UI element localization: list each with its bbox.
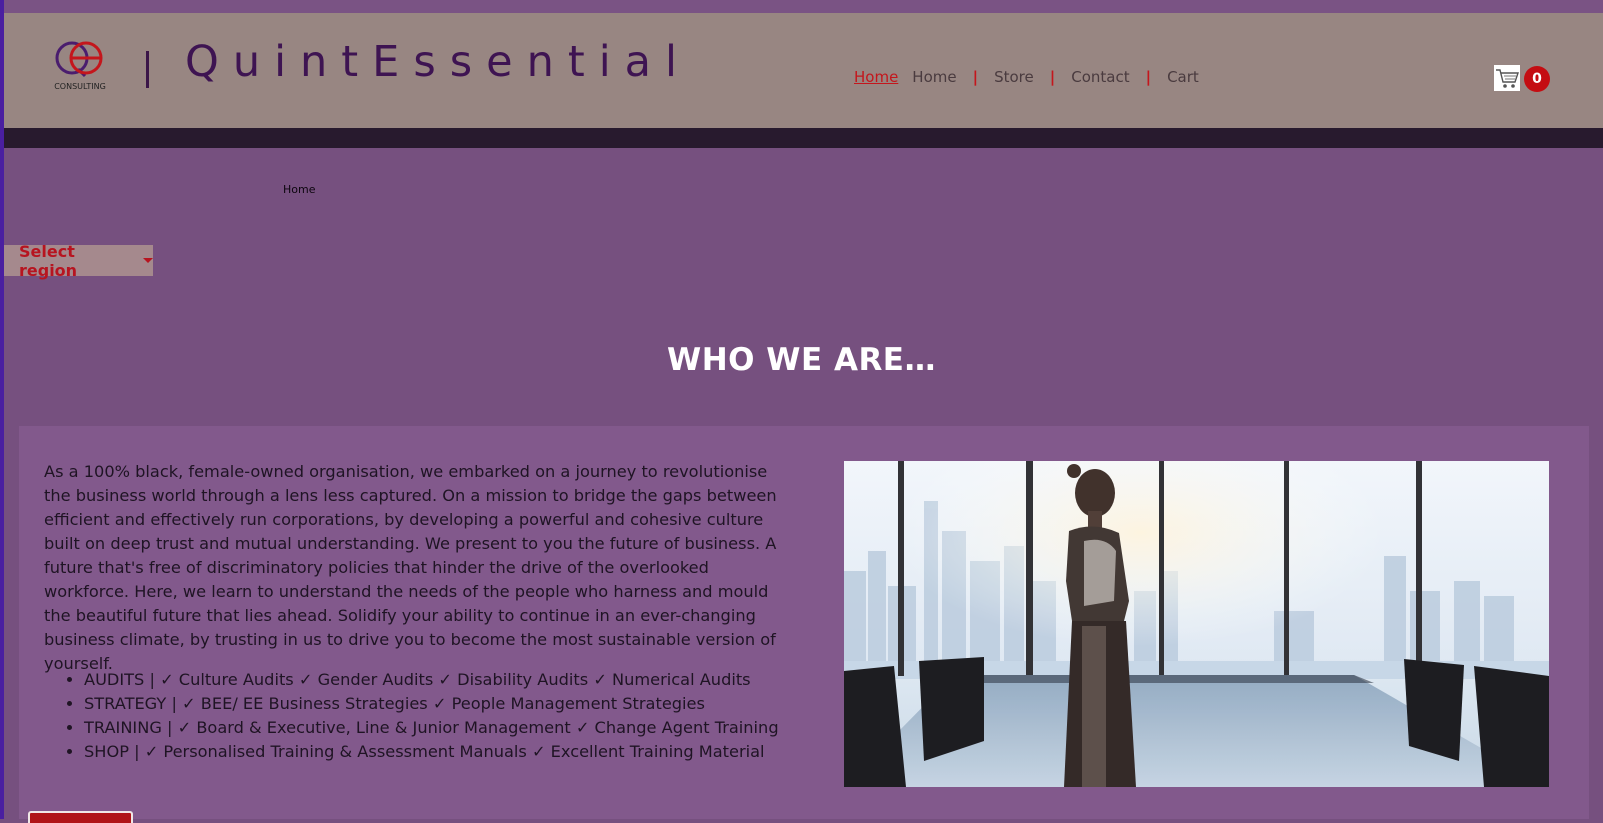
office-woman-image bbox=[844, 461, 1549, 787]
logo-caption: CONSULTING bbox=[54, 82, 106, 91]
nav-separator: | bbox=[1049, 68, 1056, 86]
top-strip bbox=[4, 0, 1603, 13]
header-divider-band bbox=[4, 128, 1603, 148]
cart-count-badge[interactable]: 0 bbox=[1524, 66, 1550, 92]
section-heading: WHO WE ARE… bbox=[667, 341, 936, 378]
list-item: STRATEGY | ✓ BEE/ EE Business Strategies… bbox=[84, 692, 844, 716]
about-paragraph: As a 100% black, female-owned organisati… bbox=[44, 462, 777, 673]
nav-item-home[interactable]: Home bbox=[912, 68, 956, 86]
nav-separator: | bbox=[1145, 68, 1152, 86]
select-region-label: Select region bbox=[19, 241, 78, 280]
brand-name[interactable]: QuintEssential bbox=[185, 37, 691, 87]
qe-logo[interactable]: CONSULTING bbox=[52, 39, 108, 93]
cta-button[interactable] bbox=[28, 811, 133, 823]
nav-separator: | bbox=[972, 68, 979, 86]
list-item: SHOP | ✓ Personalised Training & Assessm… bbox=[84, 740, 844, 764]
caret-down-icon bbox=[143, 258, 153, 263]
nav-item-home-active[interactable]: Home bbox=[854, 68, 898, 86]
services-list: AUDITS | ✓ Culture Audits ✓ Gender Audit… bbox=[44, 668, 844, 764]
list-item: TRAINING | ✓ Board & Executive, Line & J… bbox=[84, 716, 844, 740]
nav-item-store[interactable]: Store bbox=[994, 68, 1034, 86]
nav-item-cart[interactable]: Cart bbox=[1167, 68, 1199, 86]
site-header: CONSULTING QuintEssential Home Home | St… bbox=[4, 13, 1603, 128]
main-nav: Home Home | Store | Contact | Cart bbox=[854, 68, 1199, 86]
cart-icon[interactable] bbox=[1494, 65, 1520, 91]
breadcrumb[interactable]: Home bbox=[283, 183, 315, 196]
brand-separator bbox=[146, 51, 149, 88]
list-item: AUDITS | ✓ Culture Audits ✓ Gender Audit… bbox=[84, 668, 844, 692]
nav-item-contact[interactable]: Contact bbox=[1071, 68, 1129, 86]
select-region-button[interactable]: Select region bbox=[4, 242, 153, 280]
